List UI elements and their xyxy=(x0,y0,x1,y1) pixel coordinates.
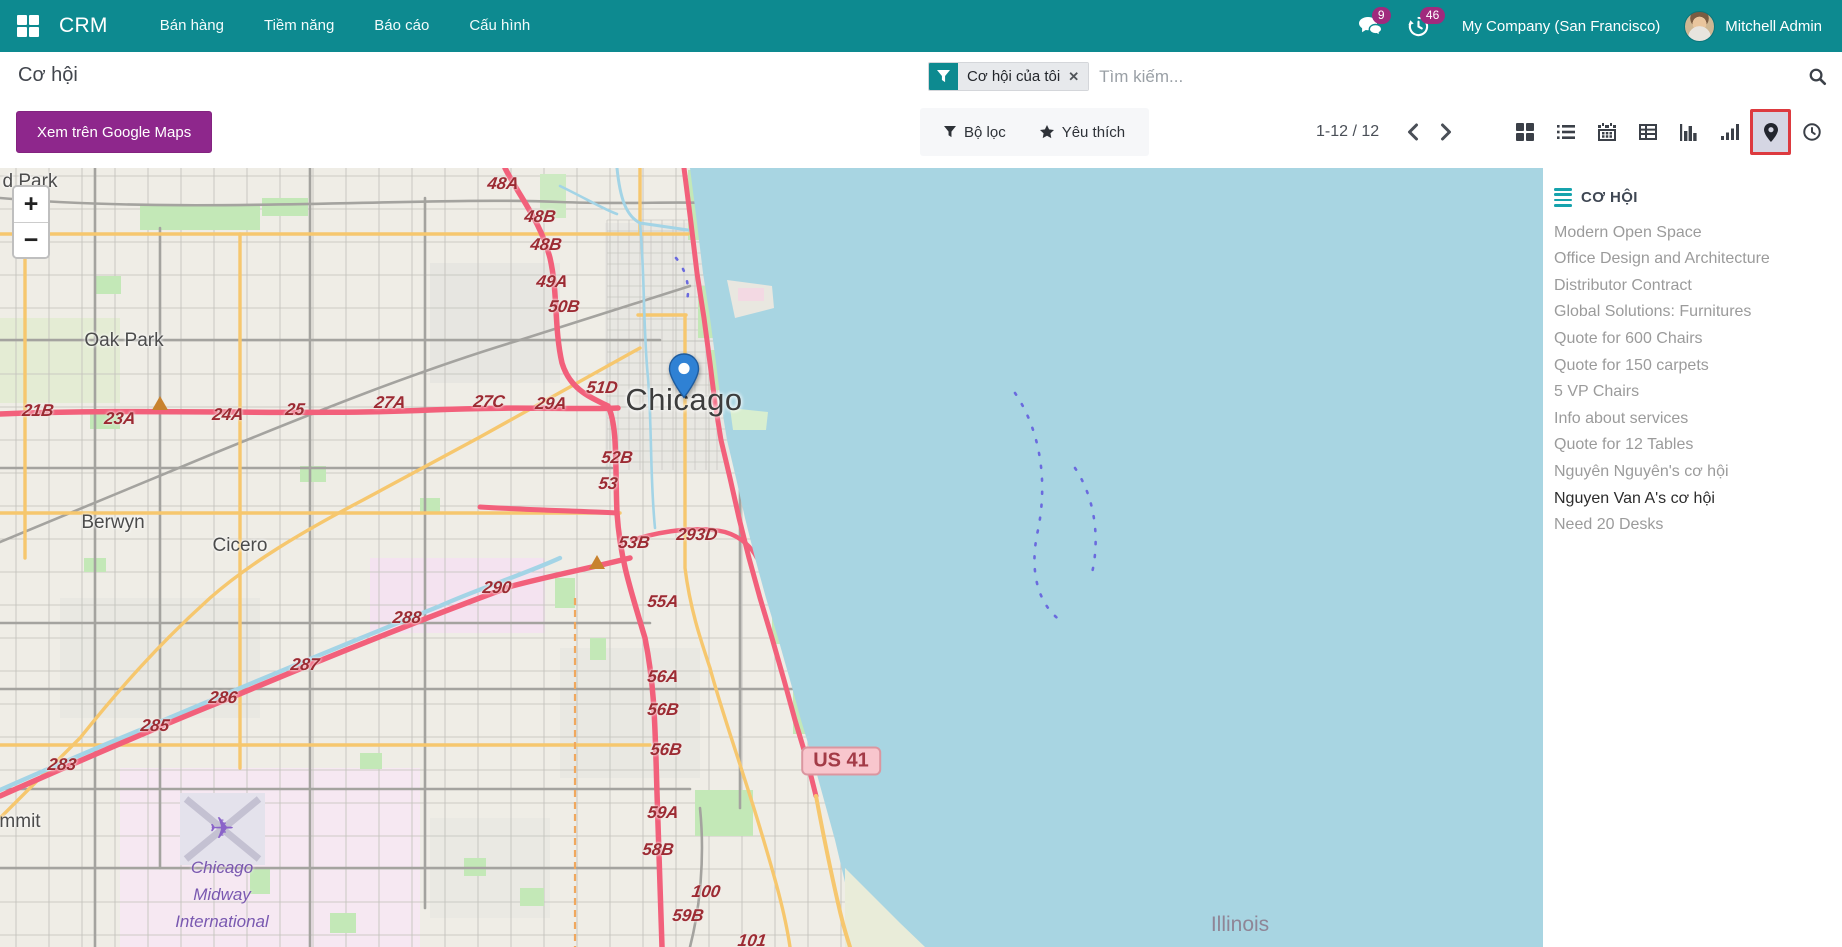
search-options: Bộ lọc Yêu thích xyxy=(920,108,1149,156)
graph-view-icon xyxy=(1680,124,1698,141)
map-zoom-control: + − xyxy=(12,185,50,259)
top-menu-item[interactable]: Cấu hình xyxy=(453,0,546,52)
facet-remove-icon[interactable]: ✕ xyxy=(1068,69,1079,85)
map-view[interactable]: + − ✈ 48A48B48B49A50B51D52B5353B293D55A5… xyxy=(0,168,1543,947)
opportunity-list-item[interactable]: Quote for 12 Tables xyxy=(1554,432,1828,459)
activity-view-icon xyxy=(1803,123,1821,141)
favorites-button[interactable]: Yêu thích xyxy=(1040,124,1125,141)
airport-icon: ✈ xyxy=(209,812,234,847)
pivot-view-icon xyxy=(1639,124,1657,140)
activities-button[interactable]: 46 xyxy=(1400,0,1438,52)
highway-shield-us41: US 41 xyxy=(801,747,881,776)
search-icon[interactable] xyxy=(1804,64,1830,90)
pager-next-button[interactable] xyxy=(1431,115,1461,149)
view-switch-graph[interactable] xyxy=(1668,109,1709,155)
view-switch-list[interactable] xyxy=(1545,109,1586,155)
zoom-out-button[interactable]: − xyxy=(14,222,48,257)
list-icon xyxy=(1554,188,1572,207)
filter-facet-icon xyxy=(929,63,958,90)
opportunity-list: Modern Open Space Office Design and Arch… xyxy=(1554,220,1828,539)
top-menu-item[interactable]: Tiềm năng xyxy=(248,0,350,52)
opportunity-list-item[interactable]: Office Design and Architecture xyxy=(1554,246,1828,273)
top-menu-item[interactable]: Báo cáo xyxy=(358,0,445,52)
search-facet-label: Cơ hội của tôi xyxy=(967,68,1060,85)
sidebar-title: CƠ HỘI xyxy=(1581,189,1638,206)
cohort-view-icon xyxy=(1721,124,1739,140)
opportunity-list-item[interactable]: Quote for 600 Chairs xyxy=(1554,326,1828,353)
funnel-icon xyxy=(944,126,956,138)
company-switcher[interactable]: My Company (San Francisco) xyxy=(1448,18,1674,35)
opportunity-list-item[interactable]: Nguyên Nguyên's cơ hội xyxy=(1554,459,1828,486)
calendar-view-icon xyxy=(1598,123,1616,141)
search-input[interactable] xyxy=(1089,67,1804,87)
control-panel: Cơ hội Cơ hội của tôi ✕ Xem trên Googl xyxy=(0,52,1842,168)
opportunity-list-item[interactable]: Nguyen Van A's cơ hội xyxy=(1554,486,1828,513)
filters-button[interactable]: Bộ lọc xyxy=(944,124,1006,141)
top-navbar: CRM Bán hàng Tiềm năng Báo cáo Cấu hình … xyxy=(0,0,1842,52)
opportunity-list-item[interactable]: Distributor Contract xyxy=(1554,273,1828,300)
view-switch-pivot[interactable] xyxy=(1627,109,1668,155)
map-pin-view-icon xyxy=(1764,123,1778,142)
opportunity-list-item[interactable]: Quote for 150 carpets xyxy=(1554,353,1828,380)
activities-badge: 46 xyxy=(1420,7,1445,24)
open-google-maps-button[interactable]: Xem trên Google Maps xyxy=(16,111,212,153)
kanban-view-icon xyxy=(1516,123,1534,141)
opportunity-list-item[interactable]: 5 VP Chairs xyxy=(1554,379,1828,406)
opportunity-sidebar: CƠ HỘI Modern Open Space Office Design a… xyxy=(1543,168,1842,947)
pager-value: 1-12 / 12 xyxy=(1316,123,1379,141)
opportunity-list-item[interactable]: Need 20 Desks xyxy=(1554,512,1828,539)
top-menu: Bán hàng Tiềm năng Báo cáo Cấu hình xyxy=(144,0,546,52)
top-menu-item[interactable]: Bán hàng xyxy=(144,0,240,52)
view-switcher xyxy=(1504,108,1832,156)
view-switch-kanban[interactable] xyxy=(1504,109,1545,155)
page-title: Cơ hội xyxy=(18,64,78,87)
messages-badge: 9 xyxy=(1372,7,1391,24)
app-name[interactable]: CRM xyxy=(59,14,108,38)
search-bar[interactable]: Cơ hội của tôi ✕ xyxy=(928,61,1830,92)
opportunity-list-item[interactable]: Info about services xyxy=(1554,406,1828,433)
user-menu[interactable]: Mitchell Admin xyxy=(1725,18,1826,35)
view-switch-calendar[interactable] xyxy=(1586,109,1627,155)
map-marker-pin[interactable] xyxy=(668,353,700,404)
list-view-icon xyxy=(1557,124,1575,140)
pager-previous-button[interactable] xyxy=(1397,115,1427,149)
view-switch-cohort[interactable] xyxy=(1709,109,1750,155)
zoom-in-button[interactable]: + xyxy=(14,187,48,222)
opportunity-list-item[interactable]: Global Solutions: Furnitures xyxy=(1554,299,1828,326)
view-switch-activity[interactable] xyxy=(1791,109,1832,155)
pager: 1-12 / 12 xyxy=(1316,108,1461,156)
view-switch-map[interactable] xyxy=(1750,109,1791,155)
user-avatar[interactable] xyxy=(1684,11,1715,42)
apps-menu-icon[interactable] xyxy=(17,15,39,37)
star-icon xyxy=(1040,125,1054,139)
search-facet: Cơ hội của tôi ✕ xyxy=(928,62,1089,91)
messages-button[interactable]: 9 xyxy=(1352,0,1390,52)
opportunity-list-item[interactable]: Modern Open Space xyxy=(1554,220,1828,247)
